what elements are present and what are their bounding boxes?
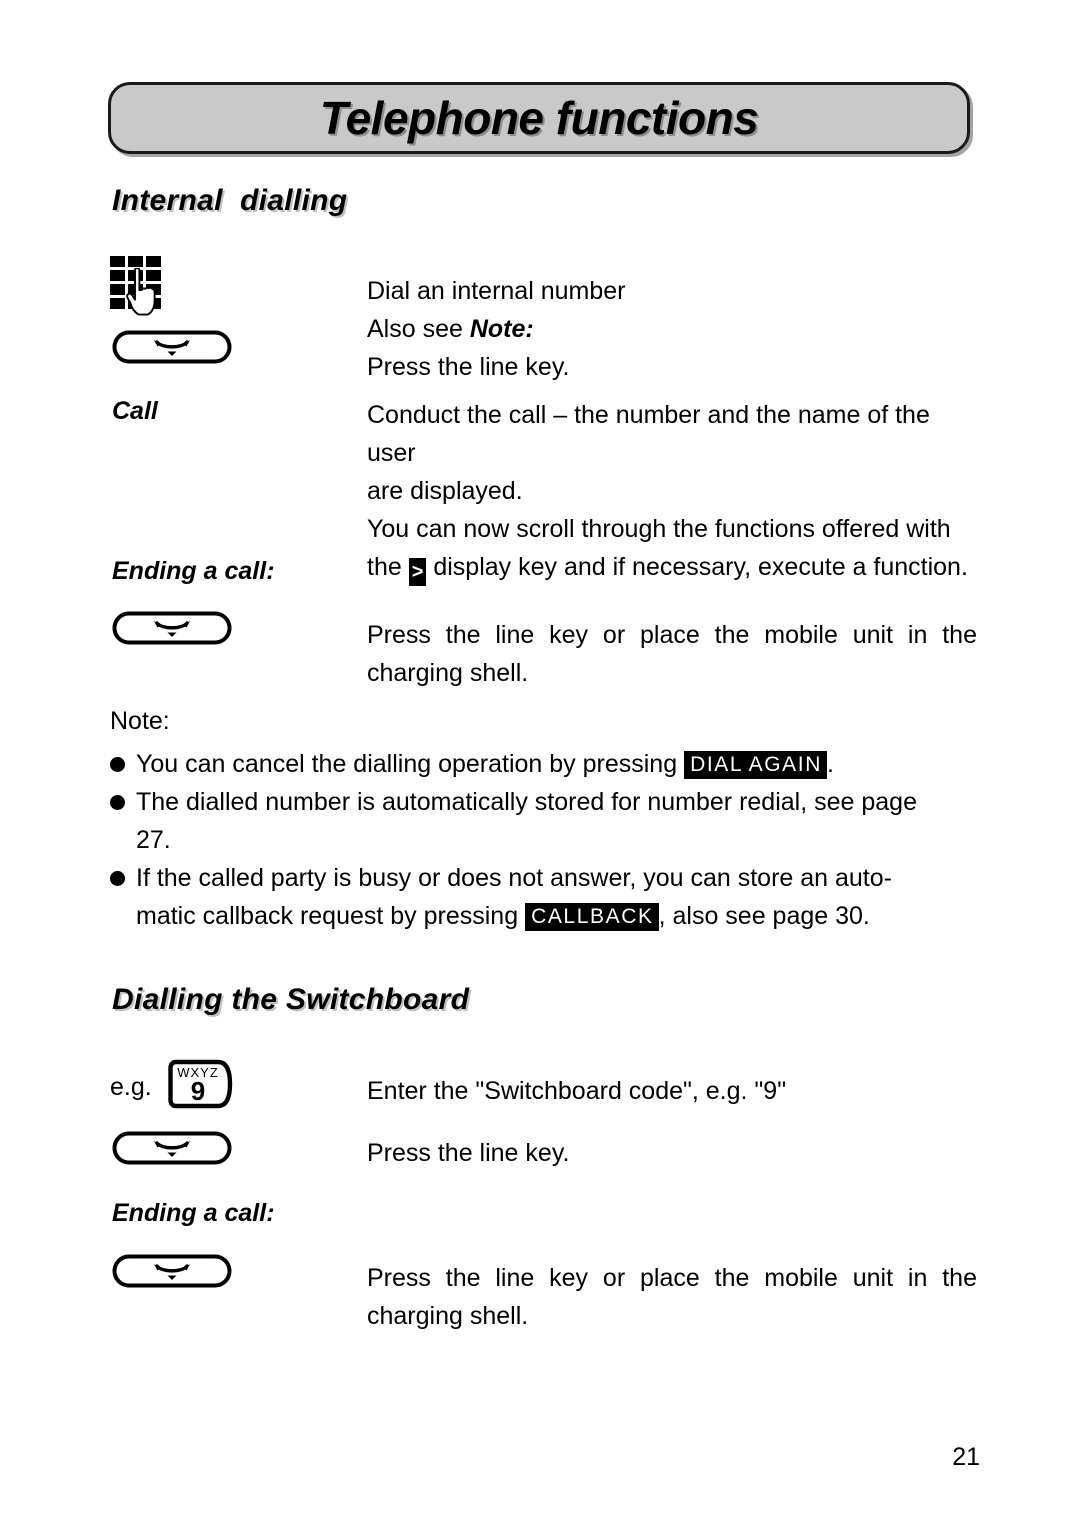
internal-dial-instruction-block: Dial an internal number Also see Note: P… [367,272,977,386]
call-line-4-prefix: the [367,553,409,581]
line-key-icon-3 [112,1131,232,1165]
section-heading-internal-dialling: Internal dialling [112,184,348,217]
call-description-block: Conduct the call – the number and the na… [367,396,979,586]
dial-again-softkey[interactable]: DIAL AGAIN [684,751,827,779]
note-label: Note: [110,707,170,735]
page-header-banner: Telephone functions [108,82,970,154]
bullet-3-prefix: matic callback request by pressing [136,902,526,930]
call-line-2: are displayed. [367,477,523,505]
enter-switchboard-code-text: Enter the "Switchboard code", e.g. "9" [367,1077,787,1105]
call-label: Call [112,397,158,425]
ending-a-call-text-1: Press the line key or place the mobile u… [367,616,977,692]
page-title: Telephone functions [319,92,759,144]
bullet-3-line-2: matic callback request by pressing CALLB… [136,897,980,935]
bullet-3-line-1: If the called party is busy or does not … [136,864,892,892]
also-see-prefix: Also see [367,315,470,343]
bullet-3-suffix: , also see page 30. [658,902,870,930]
bullet-2-line-2: 27. [136,826,171,854]
note-bullet-1-text: You can cancel the dialling operation by… [136,745,834,783]
numeric-key-9-icon: WXYZ 9 [168,1059,236,1109]
display-key-right-arrow-icon[interactable]: > [408,558,427,586]
section-heading-dialling-switchboard: Dialling the Switchboard [112,983,470,1016]
note-bullet-3-text: If the called party is busy or does not … [136,859,980,935]
bullet-2-line-1: The dialled number is automatically stor… [136,788,917,816]
instruction-line-press-line-key: Press the line key. [367,353,570,381]
bullet-1-suffix: . [827,750,834,778]
note-bullet-3: If the called party is busy or does not … [110,859,980,935]
ending-a-call-text-2: Press the line key or place the mobile u… [367,1259,977,1335]
bullet-1-prefix: You can cancel the dialling operation by… [136,750,685,778]
ending-2-line-1: Press the line key or place the mobile u… [367,1264,977,1292]
note-bullet-2-text: The dialled number is automatically stor… [136,783,980,859]
note-bullet-1: You can cancel the dialling operation by… [110,745,980,783]
callback-softkey[interactable]: CALLBACK [525,903,659,931]
line-key-icon-1 [112,330,232,364]
ending-line-1: Press the line key or place the mobile u… [367,621,977,649]
line-key-icon-2 [112,611,232,645]
bullet-dot-icon [110,859,136,897]
ending-a-call-heading-2: Ending a call: [112,1199,275,1227]
call-line-4-suffix: display key and if necessary, execute a … [426,553,968,581]
numeric-key-digit: 9 [191,1076,205,1106]
call-line-1: Conduct the call – the number and the na… [367,401,930,467]
line-key-icon-4 [112,1254,232,1288]
bullet-dot-icon [110,745,136,783]
note-emphasis: Note: [469,315,534,343]
call-line-3: You can now scroll through the functions… [367,515,951,543]
call-line-4: the > display key and if necessary, exec… [367,548,979,586]
ending-2-line-2: charging shell. [367,1302,529,1330]
press-line-key-text-2: Press the line key. [367,1139,570,1167]
instruction-line-also-see: Also see Note: [367,310,977,348]
pointing-hand-icon [126,268,156,316]
ending-a-call-heading-1: Ending a call: [112,557,275,585]
page-number: 21 [952,1443,980,1471]
document-page: Telephone functions Internal dialling Di… [0,0,1080,1529]
keypad-hand-icon [110,256,168,316]
ending-line-2: charging shell. [367,659,529,687]
instruction-line-dial-number: Dial an internal number [367,277,626,305]
eg-label: e.g. [110,1073,152,1101]
bullet-dot-icon [110,783,136,821]
note-bullet-2: The dialled number is automatically stor… [110,783,980,859]
